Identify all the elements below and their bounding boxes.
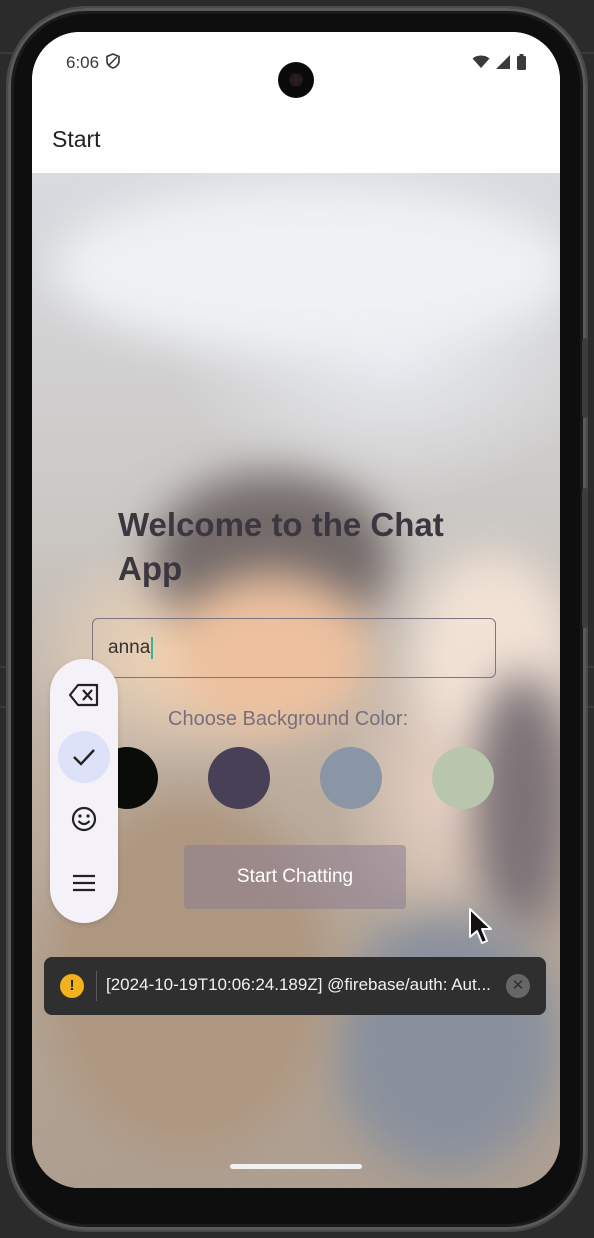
- color-swatch-green[interactable]: [432, 747, 494, 809]
- mouse-pointer-icon: [468, 907, 494, 950]
- device-screen: 6:06 Start Welcome to the Chat App anna …: [32, 32, 560, 1188]
- shield-icon: [106, 53, 120, 74]
- emoji-icon[interactable]: [58, 793, 110, 845]
- backspace-icon[interactable]: [58, 669, 110, 721]
- volume-button: [582, 338, 588, 418]
- navigation-bar: [32, 1154, 560, 1188]
- battery-icon: [517, 54, 526, 75]
- status-bar: 6:06: [32, 32, 560, 102]
- power-button: [582, 488, 588, 628]
- start-screen: Welcome to the Chat App anna Choose Back…: [32, 173, 560, 1188]
- warning-icon: !: [60, 974, 84, 998]
- choose-color-label: Choose Background Color:: [168, 708, 409, 730]
- status-time: 6:06: [66, 53, 100, 72]
- close-icon[interactable]: ✕: [506, 974, 530, 998]
- keyboard-floating-toolbar: [50, 659, 118, 923]
- snackbar-message: [2024-10-19T10:06:24.189Z] @firebase/aut…: [106, 975, 491, 994]
- home-gesture-handle[interactable]: [230, 1164, 362, 1169]
- front-camera: [278, 62, 314, 98]
- page-title: Start: [52, 126, 101, 152]
- check-icon[interactable]: [58, 731, 110, 783]
- app-bar: Start: [32, 102, 560, 174]
- name-input-value[interactable]: anna: [108, 637, 154, 659]
- name-text: anna: [108, 637, 151, 659]
- wifi-icon: [472, 55, 490, 74]
- error-snackbar[interactable]: ! [2024-10-19T10:06:24.189Z] @firebase/a…: [44, 957, 546, 1015]
- divider: [96, 971, 97, 1001]
- signal-icon: [496, 55, 511, 74]
- welcome-heading: Welcome to the Chat App: [118, 506, 444, 587]
- color-swatch-purple[interactable]: [208, 747, 270, 809]
- text-cursor: [151, 637, 154, 659]
- start-chatting-button[interactable]: Start Chatting: [184, 845, 406, 909]
- device-frame: 6:06 Start Welcome to the Chat App anna …: [8, 8, 588, 1230]
- color-swatch-gray[interactable]: [320, 747, 382, 809]
- menu-icon[interactable]: [58, 857, 110, 909]
